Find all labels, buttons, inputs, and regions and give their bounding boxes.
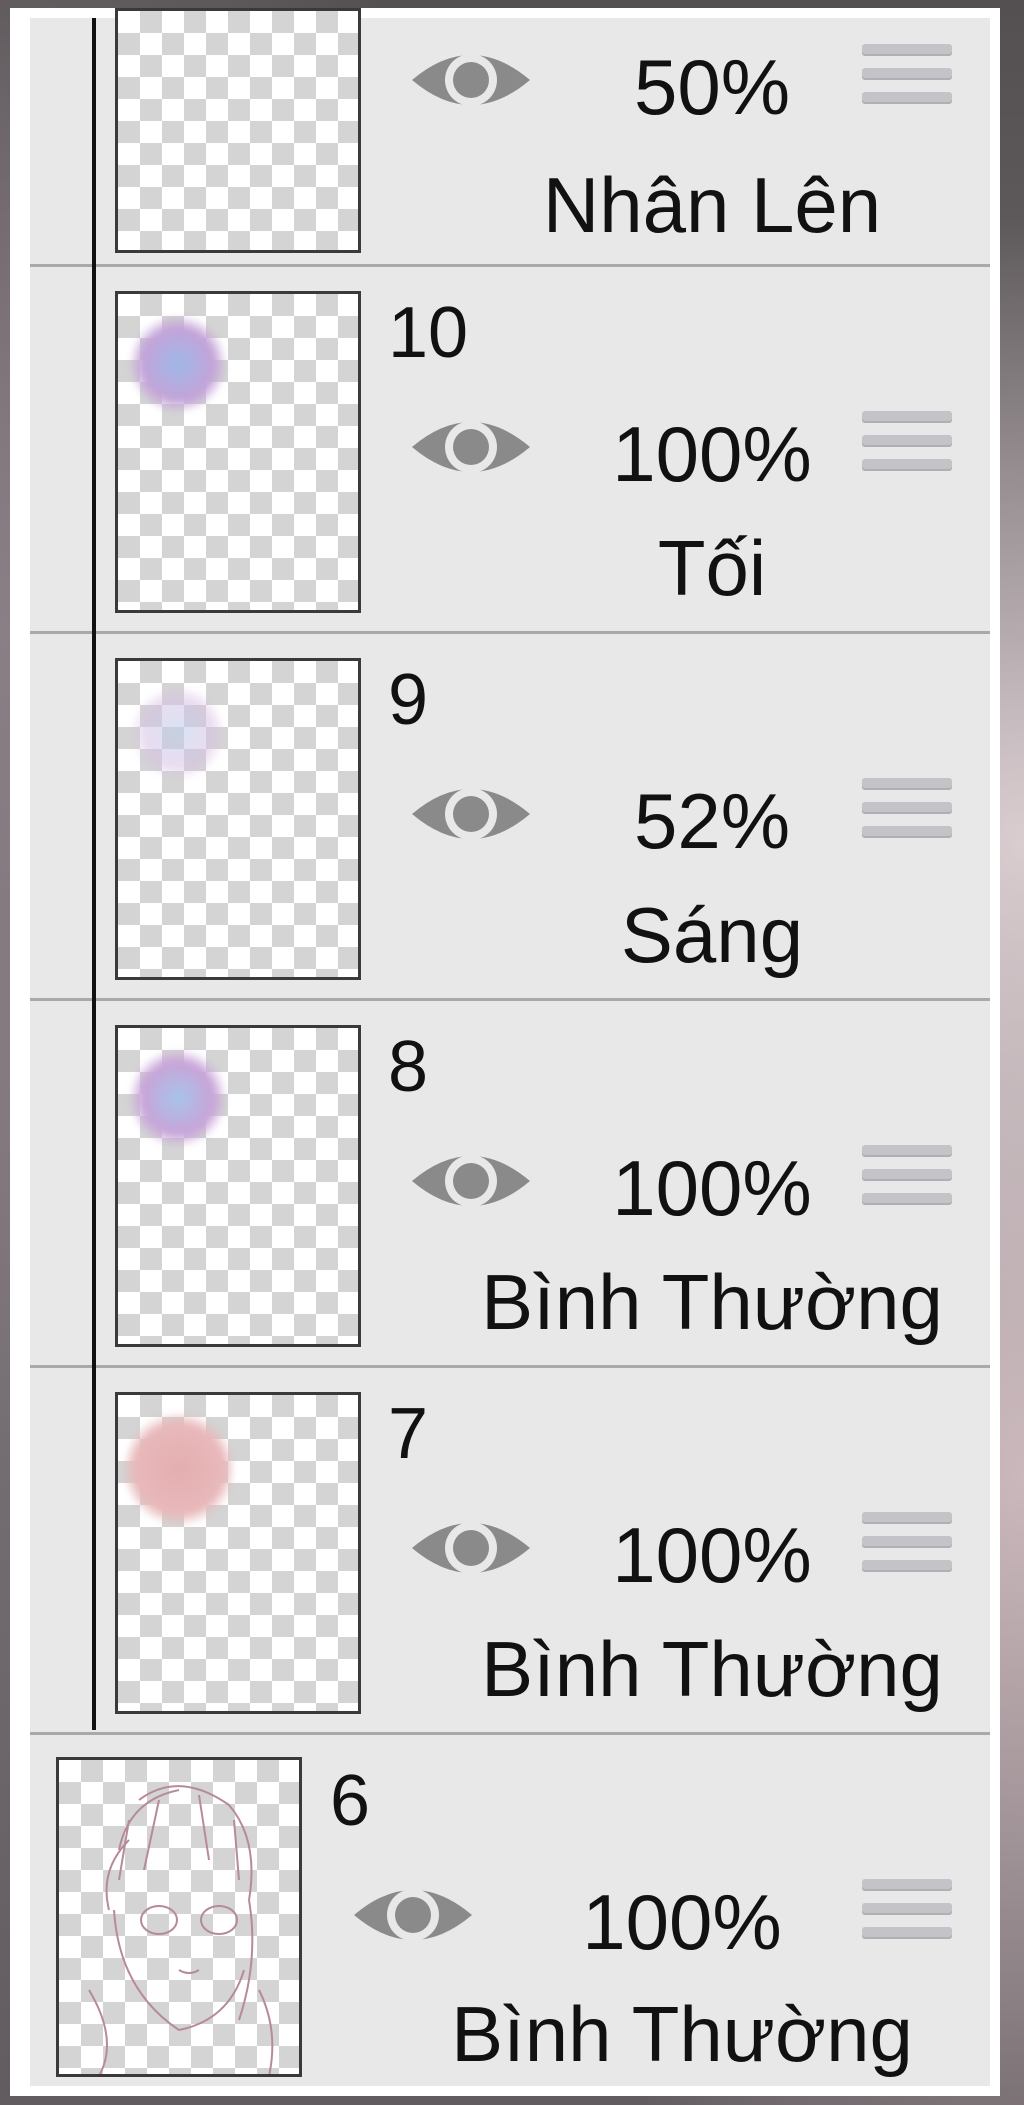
layer-thumbnail[interactable]: [115, 8, 361, 253]
layer-row[interactable]: 8 100% Bình Thường: [30, 1001, 990, 1368]
eye-icon[interactable]: [408, 44, 534, 116]
layer-row[interactable]: 10 100% Tối: [30, 267, 990, 634]
layer-number: 7: [388, 1394, 429, 1474]
layer-number: 6: [330, 1761, 371, 1841]
layer-thumbnail[interactable]: [115, 658, 361, 980]
eye-icon[interactable]: [408, 411, 534, 483]
layer-row[interactable]: 7 100% Bình Thường: [30, 1368, 990, 1735]
layer-opacity: 50%: [633, 43, 791, 131]
eye-icon[interactable]: [408, 1512, 534, 1584]
layer-row[interactable]: 50% Nhân Lên: [30, 8, 990, 267]
drag-handle-icon[interactable]: [862, 411, 952, 477]
layer-blend-mode[interactable]: Nhân Lên: [452, 166, 972, 244]
drag-handle-icon[interactable]: [862, 1145, 952, 1211]
layer-number: 10: [388, 293, 469, 373]
layer-blend-mode[interactable]: Sáng: [452, 896, 972, 974]
layer-thumbnail[interactable]: [115, 1025, 361, 1347]
layer-row[interactable]: 9 52% Sáng: [30, 634, 990, 1001]
layers-panel: 50% Nhân Lên 10 100% Tối 9 52% Sáng 8 10…: [10, 8, 1000, 2096]
eye-icon[interactable]: [350, 1879, 476, 1951]
layer-opacity: 52%: [633, 777, 791, 865]
layer-blend-mode[interactable]: Bình Thường: [422, 1995, 942, 2073]
layers-list: 50% Nhân Lên 10 100% Tối 9 52% Sáng 8 10…: [30, 8, 990, 2088]
layer-number: 9: [388, 660, 429, 740]
eye-icon[interactable]: [408, 778, 534, 850]
layer-opacity: 100%: [612, 1144, 812, 1232]
layer-blend-mode[interactable]: Bình Thường: [452, 1263, 972, 1341]
layer-opacity: 100%: [612, 1511, 812, 1599]
layer-thumbnail[interactable]: [115, 1392, 361, 1714]
layer-opacity: 100%: [582, 1878, 782, 1966]
sketch-thumbnail-art: [88, 1785, 274, 2074]
layer-opacity: 100%: [612, 410, 812, 498]
layer-thumbnail[interactable]: [56, 1757, 302, 2077]
layer-row[interactable]: 6 100% Bình Thường: [30, 1735, 990, 2088]
layer-blend-mode[interactable]: Tối: [452, 529, 972, 607]
layer-thumbnail[interactable]: [115, 291, 361, 613]
drag-handle-icon[interactable]: [862, 1512, 952, 1578]
drag-handle-icon[interactable]: [862, 778, 952, 844]
drag-handle-icon[interactable]: [862, 1879, 952, 1945]
drag-handle-icon[interactable]: [862, 44, 952, 110]
layer-group-indicator: [92, 18, 96, 1730]
layer-number: 8: [388, 1027, 429, 1107]
layer-blend-mode[interactable]: Bình Thường: [452, 1630, 972, 1708]
eye-icon[interactable]: [408, 1145, 534, 1217]
